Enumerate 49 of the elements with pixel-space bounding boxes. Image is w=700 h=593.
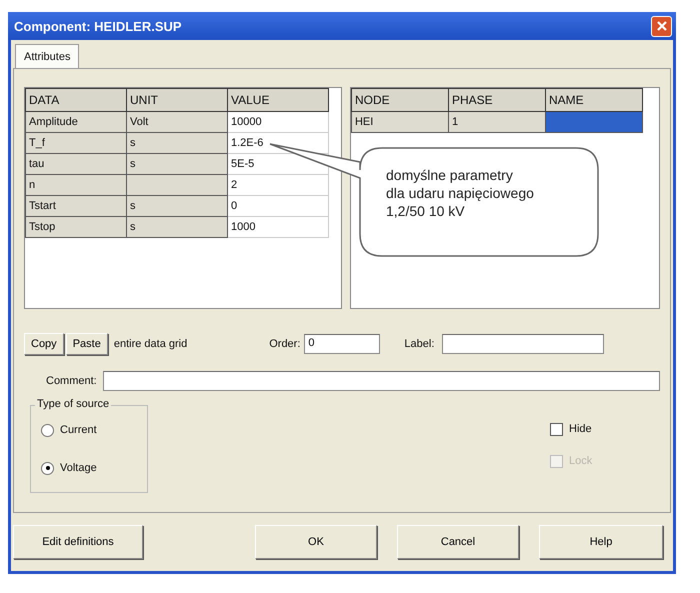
radio-label: Voltage — [60, 462, 97, 474]
order-field[interactable]: 0 — [304, 334, 380, 354]
window-title: Component: HEIDLER.SUP — [14, 18, 182, 34]
grid-button[interactable]: Copy — [24, 333, 64, 355]
dialog-button[interactable]: OK — [255, 525, 377, 559]
tab[interactable]: Attributes — [15, 44, 80, 68]
radio-button[interactable] — [41, 462, 54, 474]
checkbox[interactable] — [550, 422, 563, 436]
table-cell[interactable]: 10000 — [228, 112, 328, 132]
table-cell: HEI — [351, 112, 448, 132]
order-label: Order: — [269, 338, 300, 350]
grid-button[interactable]: Paste — [66, 333, 108, 355]
column-header: DATA — [26, 88, 126, 112]
dialog-button[interactable]: Edit definitions — [13, 525, 143, 559]
comment-label: Comment: — [46, 375, 97, 387]
table-cell: s — [126, 154, 228, 174]
dialog-button[interactable]: Help — [539, 525, 663, 559]
table-cell: s — [126, 132, 228, 154]
table-cell[interactable]: 0 — [228, 196, 328, 216]
group-title: Type of source — [35, 398, 112, 410]
table-cell: s — [126, 196, 228, 216]
comment-field[interactable] — [102, 371, 660, 391]
checkbox-label: Hide — [569, 423, 592, 435]
table-cell: s — [126, 216, 228, 238]
table-cell: Tstop — [26, 216, 126, 238]
dialog-button[interactable]: Cancel — [397, 525, 519, 559]
grid-note: entire data grid — [114, 338, 188, 350]
table-cell[interactable] — [545, 112, 642, 132]
column-header: VALUE — [228, 88, 328, 112]
label-field[interactable] — [442, 334, 604, 354]
callout-text: domyślne parametry dla udaru napięciowego 1,2/50 10 kV — [386, 166, 534, 220]
table-cell[interactable]: 1000 — [228, 216, 328, 238]
table-cell: 1 — [448, 112, 546, 132]
table-cell: Tstart — [26, 196, 126, 216]
table-cell: n — [26, 174, 126, 196]
table-cell: Volt — [126, 112, 228, 132]
label-label: Label: — [404, 338, 434, 350]
close-icon — [656, 20, 668, 32]
column-header: UNIT — [126, 88, 228, 112]
column-header: NAME — [545, 88, 642, 112]
radio-button[interactable] — [41, 424, 54, 436]
table-cell: Amplitude — [26, 112, 126, 132]
table-cell[interactable]: 2 — [228, 174, 328, 196]
column-header: NODE — [351, 88, 448, 112]
table-cell: T_f — [26, 132, 126, 154]
table-cell: tau — [26, 154, 126, 174]
close-button[interactable] — [651, 16, 672, 36]
radio-label: Current — [60, 424, 97, 436]
column-header: PHASE — [448, 88, 546, 112]
